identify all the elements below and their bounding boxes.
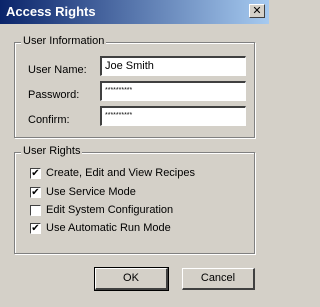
checkbox-checked[interactable]: ✔ (30, 168, 41, 179)
user-rights-group-label: User Rights (21, 145, 83, 157)
checkbox-label: Create, Edit and View Recipes (46, 167, 195, 179)
ok-button[interactable]: OK (94, 267, 169, 291)
confirm-password-field[interactable]: ********** (100, 106, 246, 126)
password-field[interactable]: ********** (100, 81, 246, 101)
confirm-label: Confirm: (28, 114, 70, 126)
cancel-button[interactable]: Cancel (182, 268, 255, 290)
checkbox-checked[interactable]: ✔ (30, 223, 41, 234)
title-bar[interactable]: Access Rights ✕ (0, 0, 269, 24)
user-information-group-label: User Information (21, 35, 107, 47)
password-label: Password: (28, 89, 80, 101)
window-title: Access Rights (6, 4, 96, 19)
checkbox-label: Edit System Configuration (46, 204, 174, 216)
user-name-field[interactable]: Joe Smith (100, 56, 246, 76)
checkbox-checked[interactable]: ✔ (30, 187, 41, 198)
user-name-label: User Name: (28, 64, 87, 76)
checkbox[interactable] (30, 205, 41, 216)
close-button[interactable]: ✕ (249, 4, 265, 18)
access-rights-dialog: Access Rights ✕ User Information User Na… (0, 0, 269, 307)
checkbox-label: Use Service Mode (46, 186, 136, 198)
close-icon: ✕ (252, 5, 262, 17)
checkbox-label: Use Automatic Run Mode (46, 222, 171, 234)
